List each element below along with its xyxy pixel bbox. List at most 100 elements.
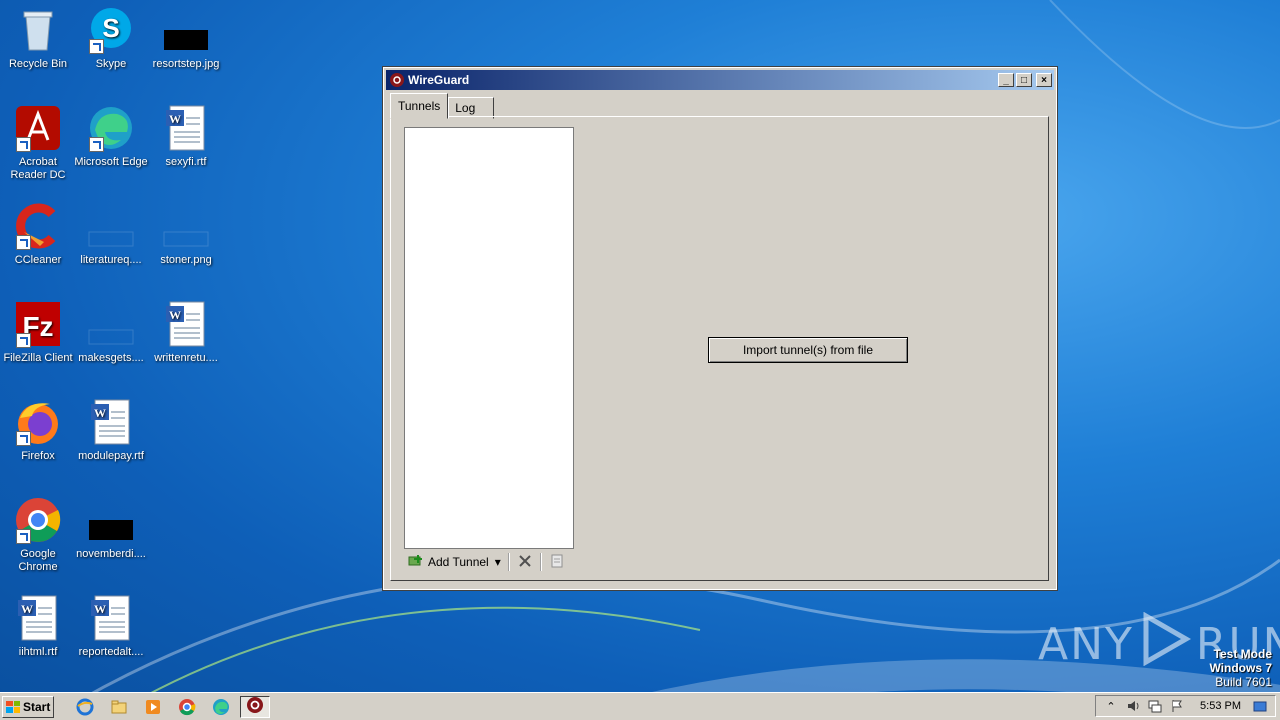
import-tunnels-button[interactable]: Import tunnel(s) from file	[708, 337, 908, 363]
chevron-down-icon: ▾	[494, 555, 501, 569]
desktop-icon-reportedalt[interactable]: W reportedalt....	[73, 594, 149, 659]
action-center-flag-icon[interactable]	[1169, 698, 1185, 714]
ccleaner-icon	[14, 202, 62, 250]
desktop-icon-makesgets[interactable]: makesgets....	[73, 300, 149, 365]
desktop-icon-skype[interactable]: S Skype	[73, 6, 149, 71]
windows-version-line: Windows 7	[1209, 661, 1272, 675]
word-doc-icon: W	[162, 104, 210, 152]
export-tunnels-button[interactable]	[546, 552, 568, 572]
quick-launch	[68, 696, 238, 718]
window-titlebar[interactable]: WireGuard _ □ ×	[386, 70, 1054, 90]
anyrun-brand-left: ANY	[1038, 619, 1134, 670]
desktop-icon-iihtml[interactable]: W iihtml.rtf	[0, 594, 76, 659]
filezilla-icon: Fz	[14, 300, 62, 348]
shortcut-arrow-icon	[89, 39, 104, 54]
firefox-icon	[14, 398, 62, 446]
media-player-icon[interactable]	[142, 696, 164, 718]
tunnels-panel: Add Tunnel ▾ Import tunnel(s) from file	[390, 116, 1049, 581]
taskbar-wireguard[interactable]	[240, 695, 270, 718]
svg-text:W: W	[21, 602, 33, 616]
wireguard-taskbar-icon	[246, 696, 264, 717]
shortcut-arrow-icon	[16, 431, 31, 446]
desktop-icon-ccleaner[interactable]: CCleaner	[0, 202, 76, 267]
chrome-icon	[14, 496, 62, 544]
build-line: Build 7601	[1215, 675, 1272, 689]
close-button[interactable]: ×	[1036, 73, 1052, 87]
desktop-icon-chrome[interactable]: Google Chrome	[0, 496, 76, 574]
taskbar: Start ⌃ 5:53 PM	[0, 692, 1280, 720]
shortcut-arrow-icon	[16, 529, 31, 544]
image-file-icon	[162, 6, 210, 54]
show-desktop-icon[interactable]	[1252, 698, 1268, 714]
start-label: Start	[23, 699, 51, 714]
word-doc-icon: W	[87, 594, 135, 642]
add-tunnel-icon	[408, 553, 424, 572]
image-file-icon	[87, 496, 135, 544]
svg-text:W: W	[94, 602, 106, 616]
minimize-button[interactable]: _	[998, 73, 1014, 87]
test-mode-line: Test Mode	[1213, 647, 1272, 661]
blank-file-icon	[162, 202, 210, 250]
word-doc-icon: W	[14, 594, 62, 642]
desktop-icon-acrobat[interactable]: Acrobat Reader DC	[0, 104, 76, 182]
shortcut-arrow-icon	[16, 137, 31, 152]
blank-file-icon	[87, 202, 135, 250]
maximize-icon: □	[1020, 74, 1028, 86]
window-title: WireGuard	[408, 73, 470, 87]
taskbar-clock[interactable]: 5:53 PM	[1200, 700, 1241, 712]
desktop-icon-resortstep[interactable]: resortstep.jpg	[148, 6, 224, 71]
desktop-icon-writtenretu[interactable]: W writtenretu....	[148, 300, 224, 365]
play-icon	[1138, 611, 1192, 677]
shortcut-arrow-icon	[16, 235, 31, 250]
export-icon	[549, 553, 565, 572]
chrome-taskbar-icon[interactable]	[176, 696, 198, 718]
internet-explorer-icon[interactable]	[74, 696, 96, 718]
tab-tunnels[interactable]: Tunnels	[390, 93, 449, 119]
show-hidden-icons-chevron-up-icon[interactable]: ⌃	[1103, 698, 1119, 714]
svg-text:W: W	[169, 308, 181, 322]
add-tunnel-dropdown[interactable]: ▾	[492, 552, 504, 572]
skype-icon: S	[87, 6, 135, 54]
svg-text:W: W	[169, 112, 181, 126]
desktop-icon-modulepay[interactable]: W modulepay.rtf	[73, 398, 149, 463]
word-doc-icon: W	[162, 300, 210, 348]
minimize-icon: _	[1003, 74, 1009, 86]
volume-icon[interactable]	[1125, 698, 1141, 714]
system-tray: ⌃ 5:53 PM	[1095, 695, 1276, 717]
shortcut-arrow-icon	[16, 333, 31, 348]
desktop-icon-novemberdi[interactable]: novemberdi....	[73, 496, 149, 561]
edge-icon	[87, 104, 135, 152]
word-doc-icon: W	[87, 398, 135, 446]
windows-logo-icon	[6, 700, 20, 713]
wireguard-icon	[390, 73, 404, 87]
desktop-icon-stoner[interactable]: stoner.png	[148, 202, 224, 267]
desktop-icon-filezilla[interactable]: Fz FileZilla Client	[0, 300, 76, 365]
toolbar-separator	[539, 553, 542, 571]
network-icon[interactable]	[1147, 698, 1163, 714]
close-icon: ×	[1041, 74, 1047, 86]
desktop-icon-sexyfi[interactable]: W sexyfi.rtf	[148, 104, 224, 169]
recycle-bin-icon	[14, 6, 62, 54]
edge-taskbar-icon[interactable]	[210, 696, 232, 718]
acrobat-icon	[14, 104, 62, 152]
desktop-icon-edge[interactable]: Microsoft Edge	[73, 104, 149, 169]
tunnel-toolbar: Add Tunnel ▾	[405, 551, 568, 573]
desktop-icon-recycle-bin[interactable]: Recycle Bin	[0, 6, 76, 71]
desktop-icon-firefox[interactable]: Firefox	[0, 398, 76, 463]
delete-tunnel-button[interactable]	[514, 552, 536, 572]
delete-icon	[517, 553, 533, 572]
test-mode-watermark: Test Mode Windows 7 Build 7601	[1209, 647, 1272, 689]
add-tunnel-button[interactable]: Add Tunnel	[405, 552, 492, 572]
wireguard-window: WireGuard _ □ × Tunnels Log Add Tunnel ▾	[382, 66, 1058, 591]
blank-file-icon	[87, 300, 135, 348]
svg-text:W: W	[94, 406, 106, 420]
add-tunnel-label: Add Tunnel	[428, 555, 489, 569]
start-button[interactable]: Start	[2, 695, 54, 718]
desktop-icon-literatureq[interactable]: literatureq....	[73, 202, 149, 267]
file-explorer-icon[interactable]	[108, 696, 130, 718]
svg-text:S: S	[102, 13, 119, 43]
toolbar-separator	[507, 553, 510, 571]
tunnel-list[interactable]	[404, 127, 574, 549]
shortcut-arrow-icon	[89, 137, 104, 152]
maximize-button[interactable]: □	[1016, 73, 1032, 87]
